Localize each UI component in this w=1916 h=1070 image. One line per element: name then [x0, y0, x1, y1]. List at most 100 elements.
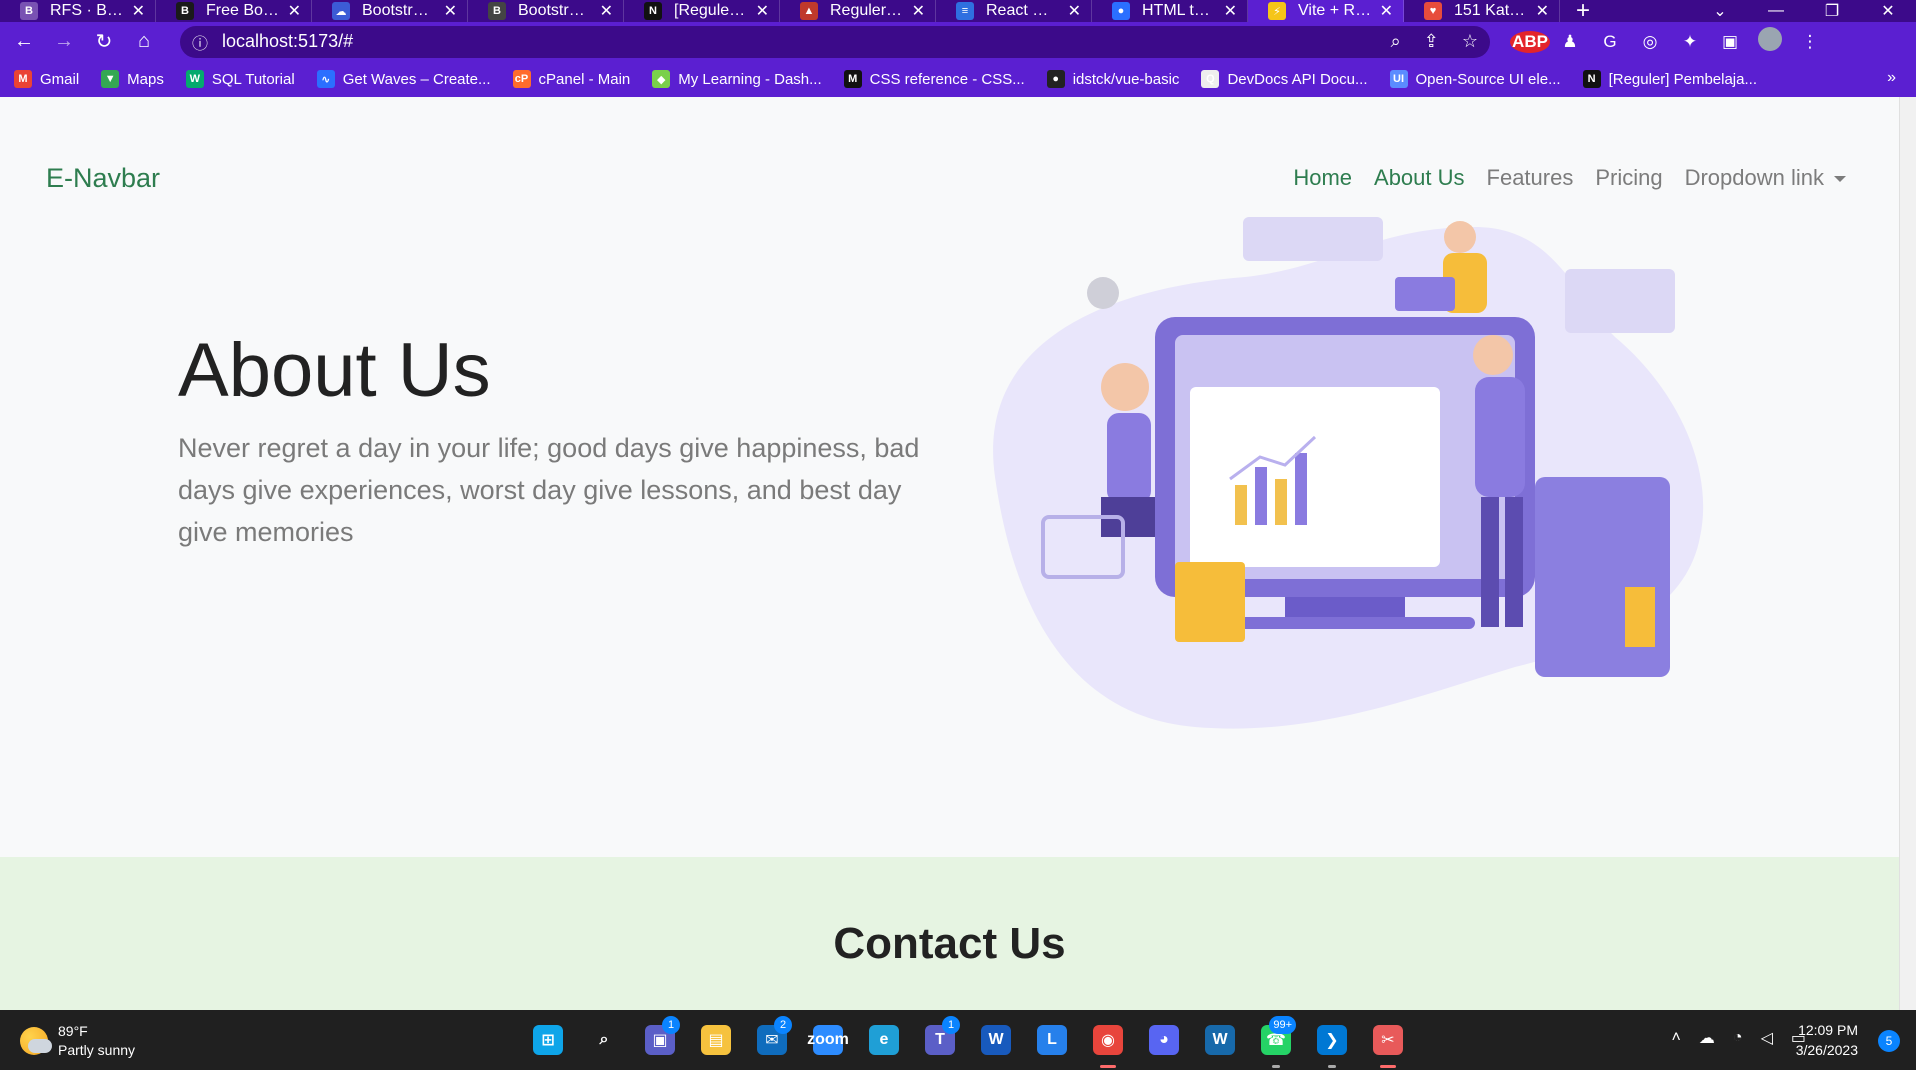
bookmark-favicon-icon: Q: [1201, 70, 1220, 88]
bookmark-item[interactable]: ▼ Maps: [101, 70, 164, 88]
nav-link-pricing[interactable]: Pricing: [1595, 165, 1662, 191]
vscode-icon: ❯: [1317, 1025, 1347, 1055]
bookmark-item[interactable]: ◆ My Learning - Dash...: [652, 70, 822, 88]
browser-tab[interactable]: ● HTML to JS ✕: [1092, 0, 1248, 22]
tab-close-icon[interactable]: ✕: [288, 1, 301, 21]
bookmark-favicon-icon: M: [14, 70, 32, 88]
taskbar-app-whatsapp[interactable]: ☎ 99+: [1248, 1016, 1304, 1068]
taskbar-app-w-app[interactable]: W: [1192, 1020, 1248, 1060]
taskbar-app-chrome[interactable]: ◉: [1080, 1020, 1136, 1068]
running-indicator: [1272, 1065, 1280, 1068]
taskbar-app-teams-chat[interactable]: ▣ 1: [632, 1016, 688, 1060]
tab-close-icon[interactable]: ✕: [912, 1, 925, 21]
cart-card-icon: [1565, 269, 1675, 333]
browser-tab[interactable]: N [Reguler] Pe ✕: [624, 0, 780, 22]
hero-paragraph: Never regret a day in your life; good da…: [178, 433, 920, 547]
bookmark-favicon-icon: W: [185, 70, 204, 88]
forward-icon[interactable]: →: [44, 30, 84, 53]
tab-close-icon[interactable]: ✕: [756, 1, 769, 21]
browser-toolbar: ← → ↻ ⌂ ⓘ localhost:5173/# ⌕ ⇪ ☆ ABP ♟ G…: [0, 22, 1916, 61]
volume-icon[interactable]: ◁: [1761, 1028, 1773, 1048]
browser-tab[interactable]: ☁ Bootstrap a ✕: [312, 0, 468, 22]
bookmark-star-icon[interactable]: ☆: [1462, 31, 1478, 51]
weather-temperature: 89°F: [58, 1023, 88, 1039]
bookmarks-bar: M Gmail ▼ Maps W SQL Tutorial ∿ Get Waves – Cre…: [0, 61, 1916, 97]
tab-close-icon[interactable]: ✕: [600, 1, 613, 21]
taskbar-app-word[interactable]: W: [968, 1020, 1024, 1060]
man-figure-icon: [1473, 335, 1513, 375]
app-badge: 1: [662, 1016, 680, 1034]
browser-tab[interactable]: ▲ Reguler Re ✕: [780, 0, 936, 22]
taskbar-app-teams[interactable]: T1: [912, 1016, 968, 1060]
reload-icon[interactable]: ↻: [84, 29, 124, 54]
tab-close-icon[interactable]: ✕: [444, 1, 457, 21]
profile-avatar[interactable]: [1750, 27, 1790, 56]
nav-link-features[interactable]: Features: [1487, 165, 1574, 191]
show-hidden-icons-icon[interactable]: ˄: [1672, 1029, 1681, 1047]
tab-close-icon[interactable]: ✕: [132, 1, 145, 21]
nav-link-home[interactable]: Home: [1293, 165, 1352, 191]
browser-tab[interactable]: ⚡ Vite + Reac ✕: [1248, 0, 1404, 22]
page-scrollbar[interactable]: [1899, 97, 1916, 1010]
nav-dropdown-link[interactable]: Dropdown link: [1685, 165, 1846, 191]
site-info-icon[interactable]: ⓘ: [192, 30, 208, 54]
url-text[interactable]: localhost:5173/#: [222, 31, 1373, 52]
taskbar-app-l-app[interactable]: L: [1024, 1020, 1080, 1060]
adblock-icon[interactable]: ABP: [1510, 30, 1550, 53]
bookmark-item[interactable]: N [Reguler] Pembelaja...: [1582, 70, 1757, 88]
bookmark-item[interactable]: M Gmail: [14, 70, 79, 88]
nav-link-about[interactable]: About Us: [1374, 165, 1465, 191]
extension-icon[interactable]: ♟: [1550, 32, 1590, 52]
browser-tab[interactable]: B Bootstrap T ✕: [468, 0, 624, 22]
target-extension-icon[interactable]: ◎: [1630, 32, 1670, 52]
taskbar-app-snip[interactable]: ✂: [1360, 1020, 1416, 1068]
more-bookmarks-icon[interactable]: »: [1887, 69, 1896, 87]
home-icon[interactable]: ⌂: [124, 30, 164, 53]
side-panel-icon[interactable]: ▣: [1710, 32, 1750, 52]
share-icon[interactable]: ⇪: [1424, 31, 1439, 51]
bookmark-item[interactable]: cP cPanel - Main: [512, 70, 630, 88]
taskbar-app-search[interactable]: ⌕: [576, 1020, 632, 1060]
translate-icon[interactable]: G: [1590, 32, 1630, 52]
browser-tab[interactable]: B RFS · Bootst ✕: [0, 0, 156, 22]
taskbar-app-start[interactable]: ⊞: [520, 1020, 576, 1060]
browser-tab[interactable]: ≡ React Code ✕: [936, 0, 1092, 22]
zoom-icon[interactable]: ⌕: [1391, 31, 1401, 51]
taskbar-app-edge[interactable]: e: [856, 1020, 912, 1060]
browser-tab[interactable]: B Free Bootst ✕: [156, 0, 312, 22]
taskbar-app-zoom[interactable]: zoom: [800, 1020, 856, 1060]
taskbar-app-mail[interactable]: ✉ 2: [744, 1016, 800, 1060]
tab-close-icon[interactable]: ✕: [1068, 1, 1081, 21]
navbar-brand[interactable]: E-Navbar: [46, 163, 160, 194]
back-icon[interactable]: ←: [4, 30, 44, 53]
browser-menu-icon[interactable]: ⋮: [1790, 32, 1830, 52]
tab-favicon-icon: B: [20, 2, 38, 20]
bookmark-item[interactable]: ∿ Get Waves – Create...: [316, 70, 491, 88]
shopping-bag-icon: [1175, 562, 1245, 642]
bookmark-item[interactable]: Q DevDocs API Docu...: [1201, 70, 1368, 88]
bookmark-item[interactable]: UI Open-Source UI ele...: [1389, 70, 1561, 88]
onedrive-icon[interactable]: ☁: [1699, 1028, 1715, 1048]
taskbar-app-file-explorer[interactable]: ▤: [688, 1020, 744, 1060]
minimize-icon[interactable]: —: [1748, 2, 1804, 20]
bookmark-item[interactable]: ● idstck/vue-basic: [1046, 70, 1179, 88]
about-illustration: [993, 217, 1704, 729]
puzzle-icon[interactable]: ✦: [1670, 32, 1710, 52]
tab-title: Bootstrap a: [362, 2, 436, 19]
bookmark-item[interactable]: M CSS reference - CSS...: [843, 70, 1025, 88]
browser-tab[interactable]: ♥ 151 Kata-k ✕: [1404, 0, 1560, 22]
taskbar-app-vscode[interactable]: ❯: [1304, 1020, 1360, 1068]
weather-widget[interactable]: 89°F Partly sunny: [20, 1022, 135, 1060]
bookmark-item[interactable]: W SQL Tutorial: [185, 70, 295, 88]
restore-icon[interactable]: ❐: [1804, 1, 1860, 21]
close-window-icon[interactable]: ✕: [1860, 1, 1916, 21]
tab-close-icon[interactable]: ✕: [1224, 1, 1237, 21]
tab-close-icon[interactable]: ✕: [1380, 1, 1393, 21]
system-clock[interactable]: 12:09 PM 3/26/2023: [1796, 1020, 1858, 1060]
tab-search-icon[interactable]: ⌄: [1692, 1, 1748, 21]
address-bar[interactable]: ⓘ localhost:5173/# ⌕ ⇪ ☆: [180, 25, 1490, 58]
notification-badge[interactable]: 5: [1878, 1030, 1900, 1052]
wifi-icon[interactable]: ◔: [1733, 1029, 1743, 1047]
tab-close-icon[interactable]: ✕: [1536, 1, 1549, 21]
taskbar-app-discord[interactable]: ◕: [1136, 1020, 1192, 1060]
